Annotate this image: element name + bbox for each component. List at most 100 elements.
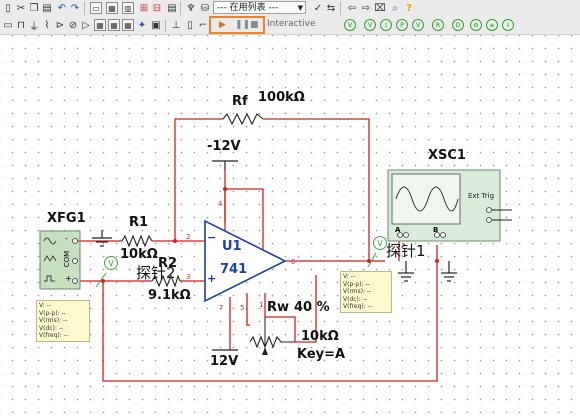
- probe-export-icon[interactable]: ⇩: [502, 19, 514, 31]
- probe1-readout: V: -- V(p-p): -- V(rms): -- V(dc): -- V(…: [340, 271, 392, 313]
- play-icon[interactable]: ▶: [219, 20, 226, 30]
- probe1-line: V(dc): --: [343, 295, 368, 303]
- erc-icon[interactable]: ✓: [312, 2, 324, 14]
- fg-com-terminal: COM: [63, 250, 72, 268]
- place-basic-icon[interactable]: ⌇: [41, 19, 53, 31]
- place-source-icon[interactable]: ⏚: [28, 19, 40, 33]
- probe1-line: V: --: [343, 273, 355, 280]
- opamp-pin-label: 2: [186, 233, 191, 241]
- rf-value-label: 100kΩ: [258, 90, 305, 105]
- probe-ref-icon[interactable]: R: [432, 19, 444, 31]
- opamp-pin-label: 4: [218, 200, 223, 208]
- rw-ref-label: Rw: [267, 300, 290, 315]
- zoom-out-icon[interactable]: ⊟: [151, 2, 163, 14]
- fg-minus-terminal: -: [65, 234, 68, 243]
- spreadsheet-icon[interactable]: ▤: [166, 2, 178, 14]
- stop-icon[interactable]: ■: [250, 20, 259, 30]
- probe1-line: V(freq): --: [343, 303, 372, 310]
- probe-table-icon[interactable]: ≡: [486, 19, 498, 31]
- rw-key-label: Key=A: [297, 347, 346, 362]
- undo-icon[interactable]: ↶: [56, 2, 68, 14]
- place-cmos-icon[interactable]: ▦: [108, 19, 120, 31]
- place-indicator-icon[interactable]: ▣: [150, 19, 162, 31]
- place-diode-icon[interactable]: ⊳: [54, 19, 66, 31]
- opamp-model-label: 741: [220, 262, 248, 277]
- probe2-line: V: --: [39, 302, 51, 309]
- oscilloscope-label: XSC1: [428, 148, 466, 163]
- place-transistor-icon[interactable]: ⊘: [67, 19, 79, 31]
- probe2-line: V(dc): --: [39, 324, 64, 332]
- paste-icon[interactable]: ▤: [41, 2, 53, 14]
- main-toolbar: ▯ ✂ ❐ ▤ ↶ ↷ ▭ ▦ ▥ ⊞ ⊟ ▤ ♆ ⛁ --- 在用列表 ---…: [0, 0, 580, 18]
- opamp-pin-label: 1: [259, 301, 264, 309]
- r1-value-label: 10kΩ: [120, 247, 158, 262]
- probe-digital-icon[interactable]: D: [452, 19, 464, 31]
- probe1-label: 探针1: [386, 242, 426, 260]
- probe2-letter: V: [108, 259, 114, 268]
- opamp-pin-label: 7: [219, 304, 224, 312]
- copy-icon[interactable]: ❐: [28, 2, 40, 14]
- probe2-line: V(rms): --: [39, 317, 68, 324]
- probe-diff-icon[interactable]: V: [412, 19, 424, 31]
- component-wizard-icon[interactable]: ♆: [185, 2, 197, 14]
- transfer-icon[interactable]: ⇆: [325, 2, 337, 14]
- probe2-indicator[interactable]: V: [104, 256, 118, 270]
- place-power-icon[interactable]: ⊥: [170, 19, 182, 31]
- probe2-readout: V: -- V(p-p): -- V(rms): -- V(dc): -- V(…: [36, 300, 90, 342]
- grapher-icon[interactable]: ▦: [106, 2, 118, 14]
- forward-annotate-icon[interactable]: ⇨: [360, 2, 372, 14]
- place-ttl-icon[interactable]: ▦: [94, 19, 106, 31]
- rw-potentiometer: [249, 335, 290, 349]
- place-analog-icon[interactable]: ▷: [80, 19, 92, 31]
- probe-power-icon[interactable]: P: [396, 19, 408, 31]
- probe1-indicator[interactable]: V: [373, 236, 387, 250]
- design-toolbox-icon[interactable]: ▥: [122, 2, 134, 14]
- probe-voltage-icon[interactable]: V: [364, 19, 376, 31]
- probe1-line: V(p-p): --: [343, 280, 370, 288]
- probe-tool-icon[interactable]: V: [344, 19, 356, 31]
- supply-pos-label: 12V: [210, 354, 239, 369]
- interactive-mode-label: Interactive: [267, 19, 316, 29]
- help-icon[interactable]: ?: [403, 2, 415, 14]
- zoom-in-icon[interactable]: ⊞: [138, 2, 150, 14]
- r1-resistor: [121, 234, 153, 248]
- fg-plus-terminal: +: [65, 274, 72, 283]
- opamp-plus-label: +: [207, 272, 217, 285]
- redo-icon[interactable]: ↷: [69, 2, 81, 14]
- database-icon[interactable]: ⛁: [199, 2, 211, 14]
- back-annotate-icon[interactable]: ⇦: [346, 2, 358, 14]
- channel-a-label: A: [395, 226, 401, 234]
- rw-value-label: 10kΩ: [301, 329, 339, 344]
- probe2-line: V(freq): --: [39, 332, 68, 339]
- in-use-list-dropdown[interactable]: --- 在用列表 --- ▼: [213, 1, 306, 14]
- ext-trig-label: Ext Trig: [468, 192, 495, 200]
- place-misc-icon[interactable]: ▯: [184, 19, 196, 31]
- function-generator-label: XFG1: [47, 211, 86, 226]
- opamp-pin-label: 5: [240, 304, 245, 312]
- probe1-line: V(rms): --: [343, 288, 372, 295]
- probe-current-icon[interactable]: I: [380, 19, 392, 31]
- probe1-letter: V: [377, 239, 383, 248]
- opamp-pin-label: 6: [291, 258, 296, 266]
- rw-percent-label: 40 %: [294, 300, 330, 315]
- place-mcu-icon[interactable]: ▦: [122, 19, 134, 31]
- opamp-body: [204, 219, 287, 303]
- place-mixed-icon[interactable]: ✦: [136, 19, 148, 31]
- multisim-window: ▯ ✂ ❐ ▤ ↶ ↷ ▭ ▦ ▥ ⊞ ⊟ ▤ ♆ ⛁ --- 在用列表 ---…: [0, 0, 580, 416]
- capture-icon[interactable]: ⌧: [374, 2, 386, 14]
- select-icon[interactable]: ▭: [2, 19, 14, 31]
- opamp-ref-label: U1: [222, 239, 242, 254]
- new-file-icon[interactable]: ▯: [2, 2, 14, 14]
- fullscreen-icon[interactable]: ▭: [90, 2, 102, 14]
- probe2-line: V(p-p): --: [39, 309, 66, 317]
- place-bus-icon[interactable]: ⌐: [197, 19, 209, 31]
- probe-settings-icon[interactable]: ⚙: [470, 19, 482, 31]
- pause-icon[interactable]: ❚❚: [235, 20, 250, 30]
- search-icon[interactable]: ⌕: [389, 2, 401, 14]
- rf-ref-label: Rf: [232, 94, 248, 109]
- oscilloscope-screen: [391, 173, 461, 225]
- place-component-icon[interactable]: ⊓: [15, 19, 27, 31]
- cut-icon[interactable]: ✂: [15, 2, 27, 14]
- schematic-canvas[interactable]: V V V: -- V(p-p): -- V(rms): -- V(dc): -…: [0, 35, 580, 416]
- r1-ref-label: R1: [129, 215, 149, 230]
